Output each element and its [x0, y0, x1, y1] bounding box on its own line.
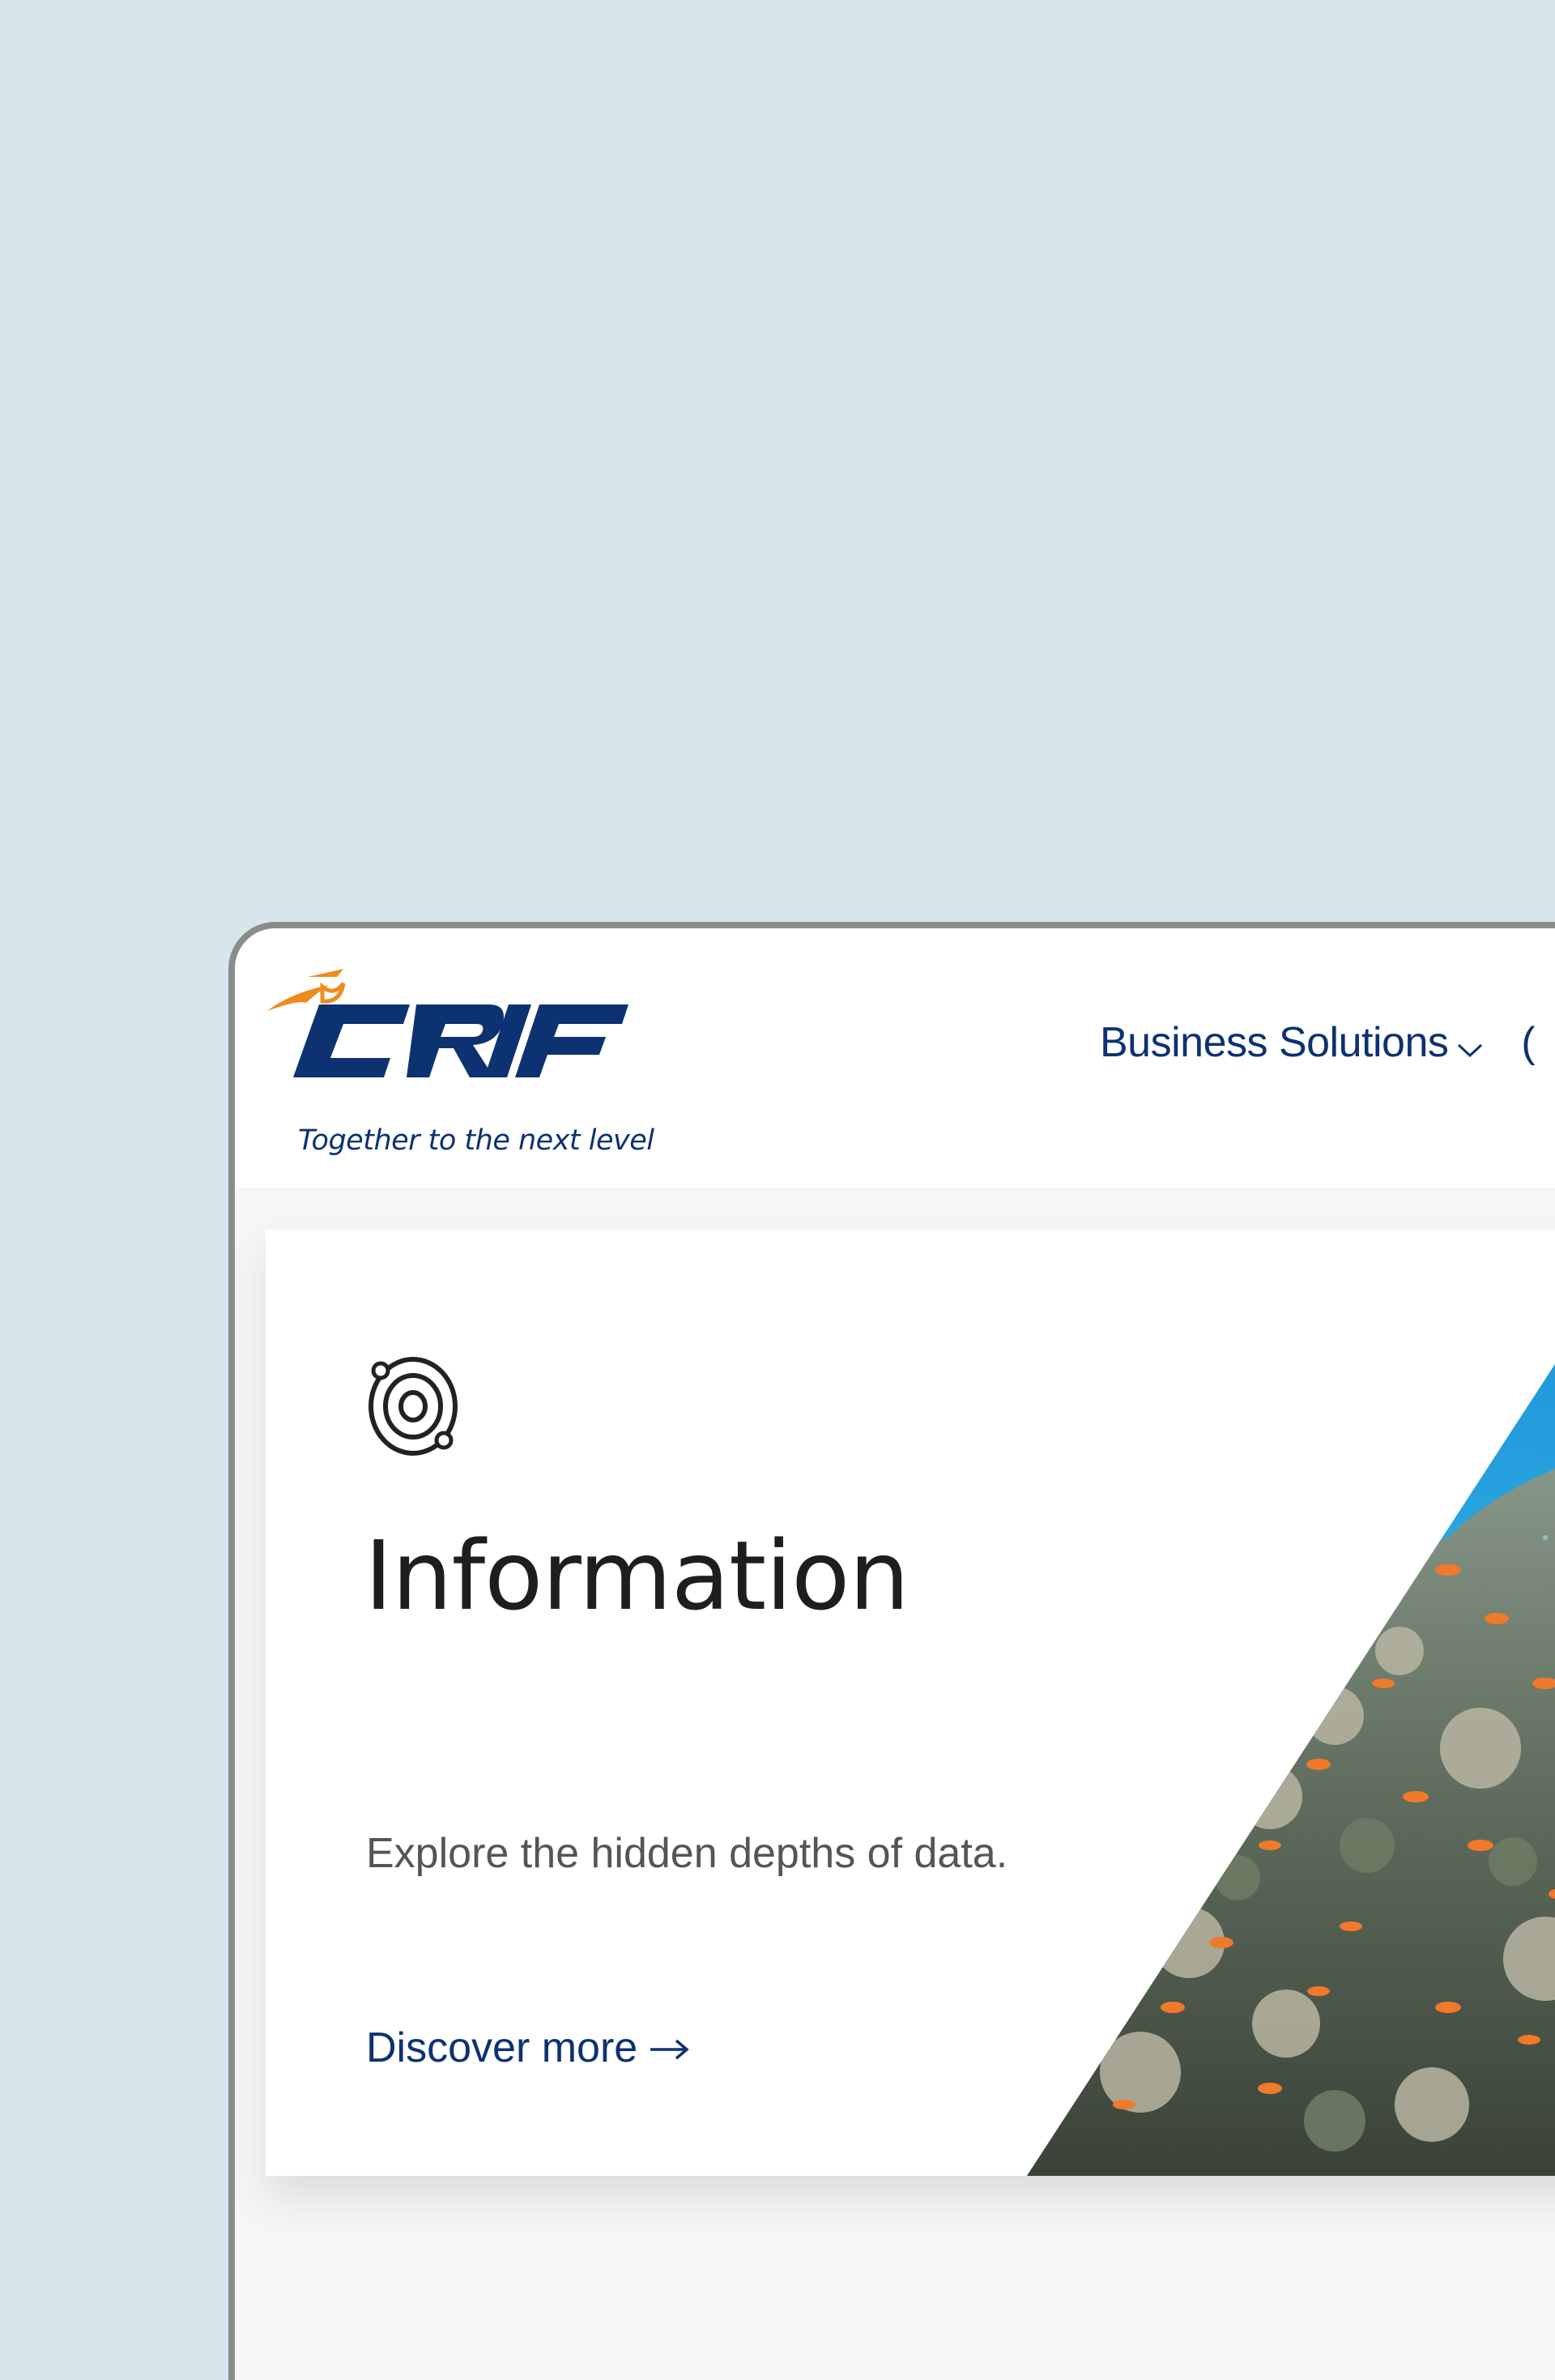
nav-item-next-partial[interactable]: (: [1521, 1018, 1535, 1067]
browser-window: Together to the next level Business Solu…: [228, 922, 1555, 2380]
main-nav: Business Solutions (: [1100, 1016, 1536, 1069]
hero-title: Information: [364, 1520, 910, 1631]
chevron-down-icon: [1456, 1021, 1484, 1069]
nav-item-business-solutions[interactable]: Business Solutions: [1100, 1016, 1484, 1069]
discover-more-link[interactable]: Discover more: [366, 2024, 691, 2072]
coral-reef-image: [1027, 1230, 1555, 2176]
cta-label: Discover more: [366, 2024, 638, 2071]
brand-tagline: Together to the next level: [298, 1124, 654, 1157]
arrow-right-icon: [649, 2024, 691, 2072]
hero-description: Explore the hidden depths of data.: [366, 1830, 1008, 1877]
hero-section: Information Explore the hidden depths of…: [235, 1188, 1555, 2380]
site-header: Together to the next level Business Solu…: [235, 928, 1555, 1188]
nav-item-label: Business Solutions: [1100, 1019, 1449, 1066]
crif-logo-mark: [267, 969, 628, 1077]
crif-logo[interactable]: Together to the next level: [266, 953, 654, 1163]
hero-card: Information Explore the hidden depths of…: [266, 1230, 1555, 2176]
orbit-icon: [363, 1350, 468, 1463]
